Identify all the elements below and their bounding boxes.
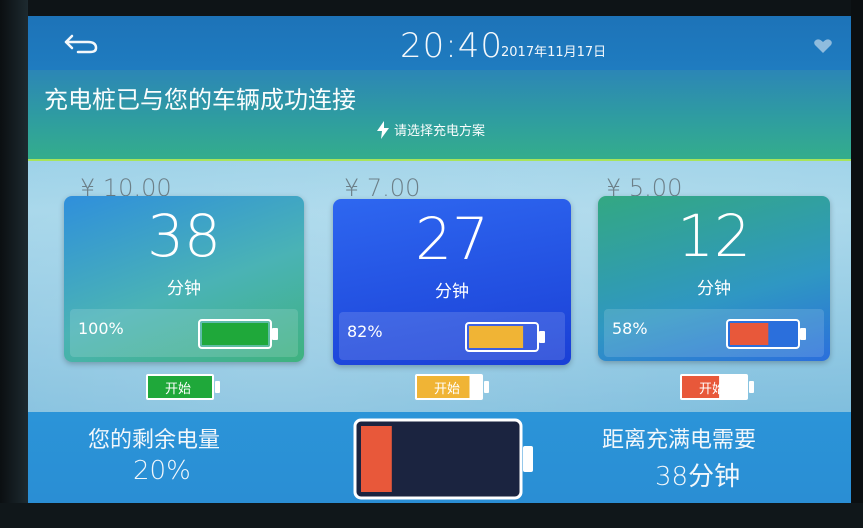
plan-2-percent: 82% [347, 322, 383, 341]
plan-prompt-label: 请选择充电方案 [394, 124, 486, 139]
plan-2-battery-icon [465, 322, 545, 352]
plan-2-price: ¥ 7.00 [344, 174, 421, 202]
connection-banner: 充电桩已与您的车辆成功连接 请选择充电方案 [28, 70, 851, 161]
plan-2-unit: 分钟 [435, 282, 469, 302]
plan-2-start-button[interactable]: 开始 [414, 373, 490, 401]
plan-3-percent: 58% [612, 319, 648, 338]
device-bezel-bottom [0, 503, 863, 528]
plan-3-start-button[interactable]: 开始 [679, 373, 755, 401]
lightning-bolt-icon [377, 120, 389, 139]
back-arrow-icon[interactable] [62, 30, 102, 58]
plan-card-2[interactable]: 27 分钟 82% [333, 199, 571, 365]
plan-card-1[interactable]: 38 分钟 100% [64, 196, 304, 362]
battery-status-bar: 您的剩余电量 20% 距离充满电需要 38分钟 [28, 412, 851, 503]
plan-1-level-row: 100% [70, 309, 298, 357]
plan-1-battery-icon [198, 319, 278, 349]
time-to-full-label: 距离充满电需要 [602, 428, 757, 453]
plan-3-minutes: 12 [677, 202, 751, 270]
heart-icon[interactable] [813, 38, 833, 54]
current-battery-icon [353, 418, 533, 500]
plan-3-level-row: 58% [604, 309, 824, 357]
plan-2-minutes: 27 [415, 205, 489, 273]
device-bezel-left [0, 0, 28, 528]
charging-screen: 20:40 2017年11月17日 充电桩已与您的车辆成功连接 请选择充电方案 … [28, 16, 851, 503]
device-bezel-top [0, 0, 863, 16]
plan-prompt: 请选择充电方案 [376, 120, 485, 139]
connection-status-title: 充电桩已与您的车辆成功连接 [44, 86, 356, 114]
plan-2-level-row: 82% [339, 312, 565, 360]
clock-time: 20:40 [400, 26, 503, 66]
plan-1-start-button[interactable]: 开始 [145, 373, 221, 401]
plan-2-start-label: 开始 [433, 381, 460, 397]
plan-1-minutes: 38 [147, 202, 221, 270]
plan-card-3[interactable]: 12 分钟 58% [598, 196, 830, 361]
plan-3-unit: 分钟 [697, 279, 731, 299]
plan-3-battery-icon [726, 319, 806, 349]
plan-1-unit: 分钟 [167, 279, 201, 299]
plan-3-start-label: 开始 [698, 381, 725, 397]
time-to-full-value: 38分钟 [655, 462, 741, 492]
plan-1-start-label: 开始 [164, 381, 191, 397]
device-bezel-right [851, 0, 863, 528]
top-bar: 20:40 2017年11月17日 [28, 16, 851, 70]
clock-date: 2017年11月17日 [501, 45, 607, 60]
plan-1-percent: 100% [78, 319, 124, 338]
remaining-charge-value: 20% [133, 456, 191, 486]
remaining-charge-label: 您的剩余电量 [88, 428, 221, 453]
